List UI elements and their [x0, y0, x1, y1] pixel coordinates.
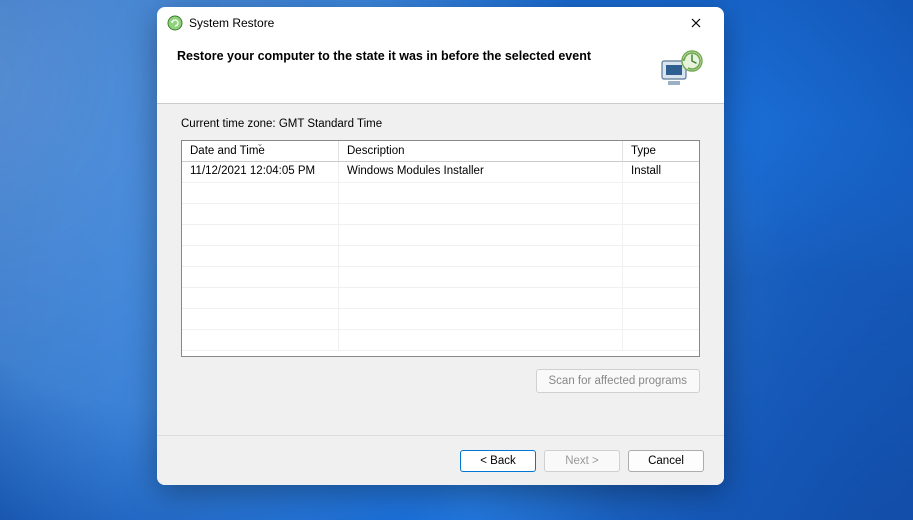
cell-type: Install [623, 162, 699, 182]
column-description-label: Description [347, 145, 405, 157]
grid-body: 11/12/2021 12:04:05 PM Windows Modules I… [182, 162, 699, 356]
table-row [182, 267, 699, 288]
table-row [182, 330, 699, 351]
close-icon [691, 18, 701, 28]
timezone-value: GMT Standard Time [279, 118, 382, 130]
window-title: System Restore [189, 16, 673, 30]
table-row [182, 183, 699, 204]
table-row [182, 246, 699, 267]
system-restore-dialog: System Restore Restore your computer to … [157, 7, 724, 485]
column-type[interactable]: Type [623, 141, 699, 161]
wizard-body: Current time zone: GMT Standard Time ⌄ D… [157, 104, 724, 435]
next-button: Next > [544, 450, 620, 472]
column-type-label: Type [631, 145, 656, 157]
scan-row: Scan for affected programs [181, 369, 700, 393]
cell-date-time: 11/12/2021 12:04:05 PM [182, 162, 339, 182]
timezone-label: Current time zone: [181, 118, 276, 130]
table-row [182, 204, 699, 225]
column-date-time-label: Date and Time [190, 145, 265, 157]
cancel-button[interactable]: Cancel [628, 450, 704, 472]
system-restore-icon [167, 15, 183, 31]
page-heading: Restore your computer to the state it wa… [177, 47, 658, 63]
table-row [182, 225, 699, 246]
sort-desc-icon: ⌄ [257, 140, 264, 148]
restore-points-list[interactable]: ⌄ Date and Time Description Type 11/12/2… [181, 140, 700, 357]
cell-description: Windows Modules Installer [339, 162, 623, 182]
scan-affected-programs-button: Scan for affected programs [536, 369, 701, 393]
title-bar[interactable]: System Restore [157, 7, 724, 39]
grid-header: ⌄ Date and Time Description Type [182, 141, 699, 162]
column-date-time[interactable]: ⌄ Date and Time [182, 141, 339, 161]
table-row [182, 288, 699, 309]
close-button[interactable] [673, 9, 718, 37]
restore-header-icon [658, 47, 704, 89]
table-row[interactable]: 11/12/2021 12:04:05 PM Windows Modules I… [182, 162, 699, 183]
timezone-line: Current time zone: GMT Standard Time [181, 118, 700, 130]
back-button[interactable]: < Back [460, 450, 536, 472]
table-row [182, 309, 699, 330]
wizard-header: Restore your computer to the state it wa… [157, 39, 724, 104]
wizard-footer: < Back Next > Cancel [157, 435, 724, 485]
column-description[interactable]: Description [339, 141, 623, 161]
